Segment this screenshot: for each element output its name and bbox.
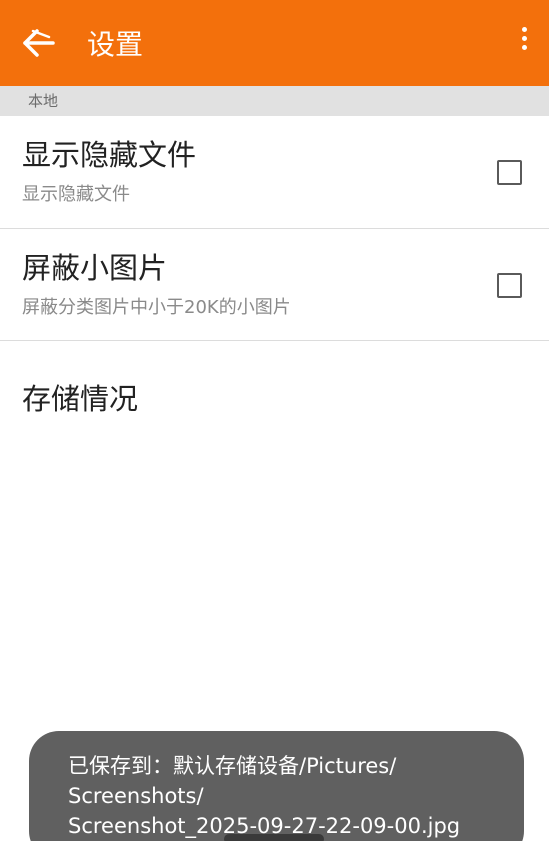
settings-screen: 设置 本地 显示隐藏文件 显示隐藏文件 屏蔽小图片 屏蔽分类图片中小于20K的小… — [0, 0, 549, 841]
toast-line: 已保存到：默认存储设备/Pictures/ — [68, 754, 397, 778]
pref-storage-status[interactable]: 存储情况 — [0, 341, 549, 453]
back-arrow-icon — [23, 29, 55, 57]
pref-title: 存储情况 — [22, 382, 139, 416]
section-header-local: 本地 — [0, 86, 549, 116]
more-options-button[interactable] — [509, 18, 539, 58]
pref-show-hidden-files[interactable]: 显示隐藏文件 显示隐藏文件 — [0, 116, 549, 228]
pref-hide-small-images[interactable]: 屏蔽小图片 屏蔽分类图片中小于20K的小图片 — [0, 229, 549, 340]
toast-line: Screenshots/ — [68, 784, 204, 808]
nav-handle[interactable] — [224, 834, 324, 841]
app-bar: 设置 — [0, 0, 549, 86]
show-hidden-files-checkbox[interactable] — [497, 160, 522, 185]
toast-message: 已保存到：默认存储设备/Pictures/ Screenshots/ Scree… — [29, 731, 524, 841]
more-vertical-icon — [521, 26, 527, 32]
more-vertical-icon-dot — [521, 44, 527, 50]
pref-title: 屏蔽小图片 — [22, 251, 168, 285]
more-vertical-icon-dot — [521, 35, 527, 41]
pref-summary: 屏蔽分类图片中小于20K的小图片 — [22, 297, 291, 318]
hide-small-images-checkbox[interactable] — [497, 273, 522, 298]
pref-title: 显示隐藏文件 — [22, 138, 197, 172]
page-title: 设置 — [87, 28, 144, 61]
pref-summary: 显示隐藏文件 — [22, 184, 130, 205]
back-button[interactable] — [14, 18, 64, 68]
